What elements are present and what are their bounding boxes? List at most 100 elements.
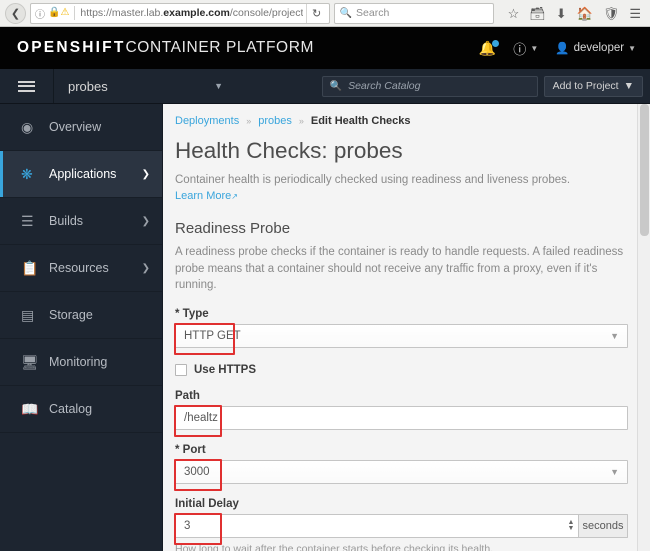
builds-icon: ☰ (21, 212, 34, 229)
initial-delay-value: 3 (184, 520, 191, 533)
scrollbar-thumb[interactable] (640, 104, 649, 236)
help-menu[interactable]: ⓘ ▼ (513, 39, 538, 58)
url-prefix: https://master.lab. (80, 7, 164, 19)
content-scrollbar[interactable] (637, 104, 650, 551)
chevron-down-icon: ▼ (610, 331, 619, 342)
applications-icon: ❋ (21, 165, 33, 182)
user-icon: 👤 (555, 43, 570, 55)
sidebar-item-catalog[interactable]: 📖 Catalog (0, 386, 162, 433)
sidebar-item-overview[interactable]: ◉ Overview (0, 104, 162, 151)
stepper-down-icon[interactable]: ▼ (568, 525, 575, 532)
project-selector[interactable]: probes ▼ (54, 69, 235, 103)
url-text: https://master.lab.example.com/console/p… (80, 7, 302, 19)
sidebar-item-label: Overview (49, 120, 102, 134)
port-select[interactable]: 3000 ▼ (174, 459, 628, 492)
bell-icon[interactable]: 🔔 (479, 40, 500, 55)
initial-delay-stepper[interactable]: ▲ ▼ (564, 514, 579, 539)
home-icon[interactable]: 🏠 (577, 7, 593, 20)
breadcrumb-separator: » (298, 116, 304, 126)
browser-toolbar-icons: ☆ 🗃 ⬇ 🏠 🛡 ☰ (498, 7, 645, 20)
sidebar-item-label: Resources (49, 261, 109, 275)
sidebar-item-applications[interactable]: ❋ Applications ❯ (0, 151, 162, 198)
resources-icon: 📋 (21, 259, 39, 276)
menu-icon[interactable]: ☰ (629, 7, 641, 20)
port-select-value: 3000 (184, 466, 210, 479)
chevron-down-icon: ▼ (623, 80, 634, 92)
user-menu[interactable]: 👤 developer ▼ (555, 41, 636, 55)
openshift-masthead: OPENSHIFTCONTAINER PLATFORM 🔔 ⓘ ▼ 👤 deve… (0, 27, 650, 69)
info-circle-icon[interactable]: ⓘ (35, 6, 45, 21)
chevron-down-icon: ▼ (214, 81, 223, 91)
dashboard-icon: ◉ (21, 118, 34, 135)
library-icon[interactable]: 🗃 (529, 7, 546, 20)
project-name: probes (68, 78, 108, 94)
initial-delay-input[interactable]: 3 (174, 513, 564, 546)
sidebar-item-monitoring[interactable]: 🖥 Monitoring (0, 339, 162, 386)
address-divider (74, 6, 76, 20)
chevron-down-icon: ▼ (628, 43, 636, 53)
breadcrumb: Deployments » probes » Edit Health Check… (175, 104, 628, 134)
port-field-label: * Port (175, 444, 206, 457)
initial-delay-field-label: Initial Delay (175, 498, 239, 511)
sidebar-item-label: Monitoring (49, 355, 108, 369)
monitoring-icon: 🖥 (21, 353, 39, 370)
page-title: Health Checks: probes (175, 138, 403, 163)
magnifier-icon: 🔍 (339, 7, 353, 19)
page-description: Container health is periodically checked… (175, 174, 571, 186)
masthead-actions: 🔔 ⓘ ▼ 👤 developer ▼ (479, 39, 636, 58)
address-bar[interactable]: ⓘ 🔒⚠ https://master.lab.example.com/cons… (30, 2, 330, 24)
sidebar-item-builds[interactable]: ☰ Builds ❯ (0, 198, 162, 245)
browser-toolbar: ❮ ⓘ 🔒⚠ https://master.lab.example.com/co… (0, 0, 650, 27)
downloads-icon[interactable]: ⬇ (556, 7, 567, 20)
chevron-down-icon: ▼ (610, 467, 619, 478)
add-to-project-label: Add to Project (552, 80, 619, 92)
sidebar-item-label: Storage (49, 308, 93, 322)
reload-icon[interactable]: ↻ (305, 3, 327, 23)
shield-icon[interactable]: 🛡 (603, 7, 620, 20)
learn-more-link[interactable]: Learn More↗ (175, 190, 238, 202)
path-input[interactable]: /healtz (174, 405, 628, 438)
type-select[interactable]: HTTP GET ▼ (174, 323, 628, 356)
breadcrumb-deployments-link[interactable]: Deployments (175, 115, 239, 127)
browser-search-box[interactable]: 🔍 Search (333, 2, 494, 24)
chevron-right-icon: ❯ (141, 168, 150, 180)
secondary-navbar: probes ▼ 🔍 Search Catalog Add to Project… (0, 69, 650, 104)
brand-product: CONTAINER PLATFORM (125, 39, 314, 56)
initial-delay-unit: seconds (579, 514, 628, 539)
body-wrapper: ◉ Overview ❋ Applications ❯ ☰ Builds ❯ 📋… (0, 104, 650, 551)
subnav-spacer (235, 69, 322, 103)
content-inner: Deployments » probes » Edit Health Check… (163, 104, 650, 551)
initial-delay-hint: How long to wait after the container sta… (175, 543, 494, 551)
path-input-value: /healtz (184, 412, 218, 425)
hamburger-icon[interactable] (0, 69, 54, 103)
brand-logo[interactable]: OPENSHIFTCONTAINER PLATFORM (17, 39, 314, 57)
breadcrumb-probes-link[interactable]: probes (258, 115, 292, 127)
sidebar-item-label: Builds (49, 214, 84, 228)
chevron-right-icon: ❯ (141, 215, 150, 227)
chevron-down-icon: ▼ (530, 43, 539, 53)
sidebar-item-storage[interactable]: ▤ Storage (0, 292, 162, 339)
sidebar-item-label: Catalog (49, 402, 93, 416)
search-icon: 🔍 (329, 80, 343, 92)
sidebar: ◉ Overview ❋ Applications ❯ ☰ Builds ❯ 📋… (0, 104, 163, 551)
add-to-project-button[interactable]: Add to Project ▼ (543, 75, 643, 97)
path-field-label: Path (175, 390, 200, 403)
external-link-icon: ↗ (231, 192, 238, 201)
readiness-probe-description: A readiness probe checks if the containe… (175, 246, 624, 292)
breadcrumb-separator: » (246, 116, 252, 126)
sidebar-item-label: Applications (49, 167, 117, 181)
user-name: developer (573, 42, 625, 54)
sidebar-item-resources[interactable]: 📋 Resources ❯ (0, 245, 162, 292)
help-circle-icon: ⓘ (513, 41, 527, 57)
bookmark-star-icon[interactable]: ☆ (508, 7, 520, 20)
url-domain: example.com (163, 7, 230, 19)
initial-delay-row: 3 ▲ ▼ seconds (174, 513, 628, 546)
back-arrow-icon[interactable]: ❮ (5, 2, 26, 24)
use-https-checkbox[interactable] (175, 364, 187, 377)
use-https-row[interactable]: Use HTTPS (175, 364, 628, 377)
catalog-search-input[interactable]: 🔍 Search Catalog (321, 75, 538, 97)
main-content: Deployments » probes » Edit Health Check… (163, 104, 650, 551)
catalog-icon: 📖 (21, 400, 39, 417)
catalog-search-placeholder: Search Catalog (348, 80, 421, 92)
padlock-warning-icon[interactable]: 🔒⚠ (48, 8, 69, 18)
